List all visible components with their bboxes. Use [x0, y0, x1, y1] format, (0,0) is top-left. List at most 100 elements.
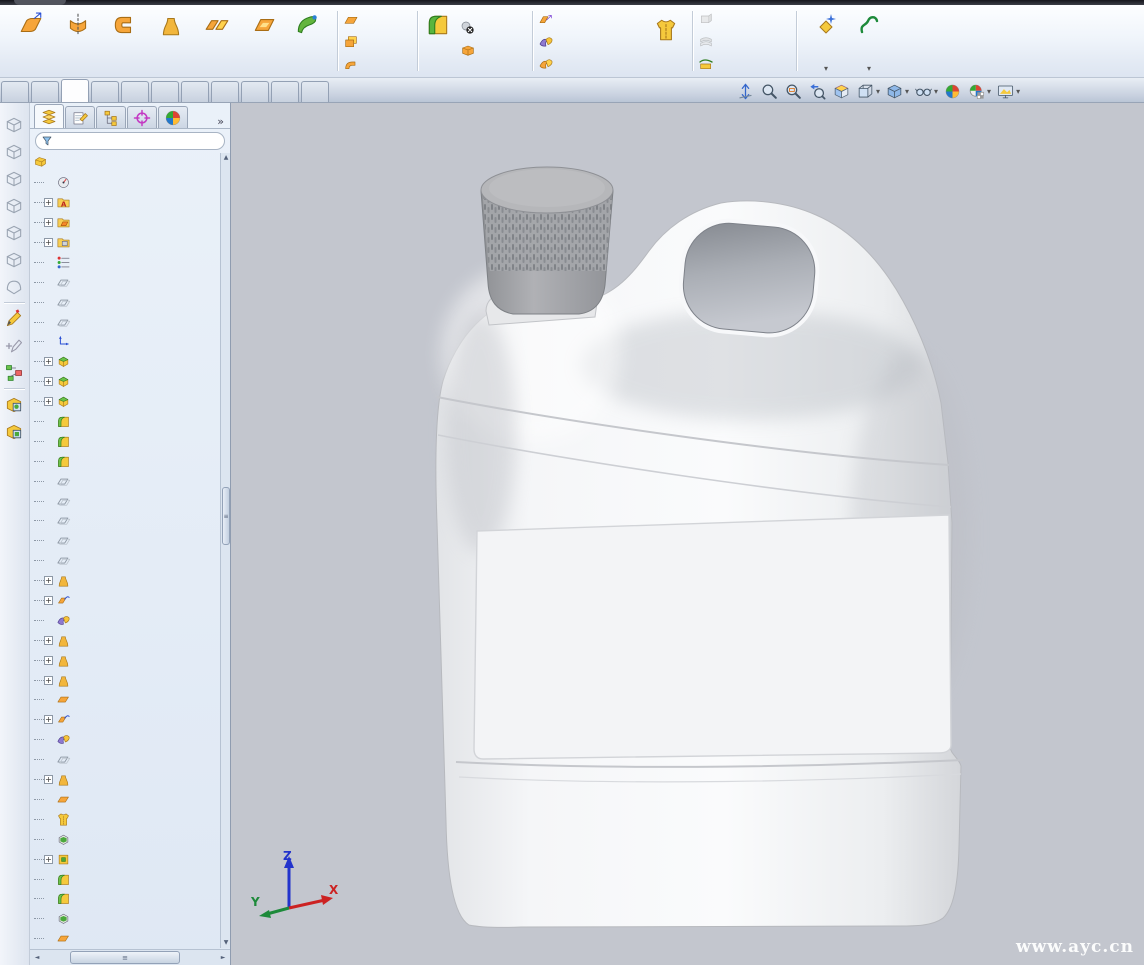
viewbar-view-settings[interactable]: ▾: [996, 82, 1020, 101]
tree-item[interactable]: [30, 511, 222, 531]
ribbon-button-reference-geometry[interactable]: ▾: [800, 8, 852, 74]
dropdown-caret-icon[interactable]: ▾: [876, 89, 880, 95]
tree-filter-input[interactable]: [35, 132, 225, 150]
expand-icon[interactable]: +: [44, 855, 53, 864]
tree-item[interactable]: +: [30, 710, 222, 730]
ribbon-button-boundary-surface[interactable]: [194, 8, 240, 74]
ribbon-item-cut-with-surface[interactable]: [696, 53, 718, 75]
ribbon-button-freeform[interactable]: [287, 8, 327, 74]
tab-特征[interactable]: [1, 81, 29, 102]
expand-icon[interactable]: +: [44, 238, 53, 247]
tab-Flow Simulation[interactable]: [271, 81, 299, 102]
rail-wire-cube-3[interactable]: [0, 192, 28, 219]
tree-item[interactable]: [30, 829, 222, 849]
expand-icon[interactable]: +: [44, 656, 53, 665]
expand-icon[interactable]: +: [44, 198, 53, 207]
tree-item[interactable]: +: [30, 650, 222, 670]
tab-DimXpert[interactable]: [211, 81, 239, 102]
ribbon-item-offset-surface[interactable]: [341, 31, 363, 53]
scroll-left-icon[interactable]: ◄: [31, 952, 43, 964]
ribbon-button-extrude-surface[interactable]: [8, 8, 54, 74]
tree-item[interactable]: [30, 431, 222, 451]
tree-item[interactable]: [30, 412, 222, 432]
tree-item[interactable]: [30, 451, 222, 471]
expand-icon[interactable]: +: [44, 596, 53, 605]
tab-评估[interactable]: [181, 81, 209, 102]
tree-item[interactable]: +A: [30, 193, 222, 213]
tree-item[interactable]: [30, 332, 222, 352]
tree-item[interactable]: [30, 471, 222, 491]
tree-item[interactable]: [30, 730, 222, 750]
tree-item[interactable]: [30, 531, 222, 551]
tree-item[interactable]: [30, 690, 222, 710]
tree-item[interactable]: [30, 272, 222, 292]
rail-sketch-plane-9[interactable]: [0, 332, 28, 359]
panel-tab-configuration-manager[interactable]: [96, 106, 126, 128]
viewbar-view-orientation[interactable]: ▾: [856, 82, 880, 101]
ribbon-item-thicken[interactable]: [696, 9, 718, 31]
tab-办公室产品[interactable]: [241, 81, 269, 102]
tree-item[interactable]: [30, 809, 222, 829]
tab-直接编辑[interactable]: [151, 81, 179, 102]
tree-item[interactable]: +: [30, 233, 222, 253]
ribbon-item-ruled-surface[interactable]: [341, 53, 363, 75]
viewbar-display-style[interactable]: ▾: [885, 82, 909, 101]
rail-relations-10[interactable]: [0, 359, 28, 386]
viewbar-full-screen-arrow[interactable]: [736, 82, 755, 101]
rail-wire-cube-5[interactable]: [0, 246, 28, 273]
rail-sketch-3d-8[interactable]: [0, 305, 28, 332]
tree-horizontal-scrollbar[interactable]: ◄≡►: [30, 949, 230, 965]
expand-icon[interactable]: +: [44, 377, 53, 386]
panel-tabs-more-chevron[interactable]: »: [217, 115, 224, 128]
tree-item[interactable]: +: [30, 770, 222, 790]
ribbon-button-fillet[interactable]: [420, 8, 456, 74]
viewbar-zoom-area[interactable]: [784, 82, 803, 101]
tree-item[interactable]: [30, 790, 222, 810]
tree-item[interactable]: +: [30, 630, 222, 650]
rail-wire-cube-1[interactable]: [0, 138, 28, 165]
tab-曲面[interactable]: [61, 79, 89, 102]
ribbon-button-fill-surface[interactable]: [241, 8, 287, 74]
tree-item[interactable]: +: [30, 849, 222, 869]
expand-icon[interactable]: +: [44, 636, 53, 645]
rail-wire-cube-4[interactable]: [0, 219, 28, 246]
tree-item[interactable]: +: [30, 392, 222, 412]
rail-wire-round-6[interactable]: [0, 273, 28, 300]
expand-icon[interactable]: +: [44, 676, 53, 685]
tab-焊件[interactable]: [121, 81, 149, 102]
viewbar-previous-view[interactable]: [808, 82, 827, 101]
expand-icon[interactable]: +: [44, 397, 53, 406]
panel-tab-display-manager[interactable]: [158, 106, 188, 128]
rail-iso-cube2-13[interactable]: [0, 418, 28, 445]
tab-草图[interactable]: [31, 81, 59, 102]
ribbon-button-loft-surface[interactable]: [148, 8, 194, 74]
tree-item[interactable]: [30, 252, 222, 272]
tree-item[interactable]: +: [30, 571, 222, 591]
dropdown-caret-icon[interactable]: ▾: [867, 66, 871, 72]
ribbon-button-curves[interactable]: ▾: [852, 8, 886, 74]
tree-item[interactable]: [30, 909, 222, 929]
scroll-right-icon[interactable]: ►: [217, 952, 229, 964]
tree-item[interactable]: [30, 929, 222, 948]
dropdown-caret-icon[interactable]: ▾: [824, 66, 828, 72]
tree-item[interactable]: [30, 750, 222, 770]
rail-iso-cube-12[interactable]: [0, 391, 28, 418]
scroll-up-icon[interactable]: ▲: [221, 153, 231, 163]
viewbar-apply-scene[interactable]: ▾: [967, 82, 991, 101]
panel-tab-dimxpert-manager[interactable]: [127, 106, 157, 128]
viewbar-zoom-fit[interactable]: [760, 82, 779, 101]
dropdown-caret-icon[interactable]: ▾: [934, 89, 938, 95]
tree-item[interactable]: [30, 312, 222, 332]
expand-icon[interactable]: +: [44, 775, 53, 784]
ribbon-item-trim-surface[interactable]: [536, 31, 558, 53]
rail-wire-cube-2[interactable]: [0, 165, 28, 192]
viewbar-edit-appearance[interactable]: [943, 82, 962, 101]
ribbon-item-delete-face[interactable]: [458, 17, 480, 39]
dropdown-caret-icon[interactable]: ▾: [987, 89, 991, 95]
panel-tab-feature-manager[interactable]: [34, 104, 64, 128]
tree-item[interactable]: +: [30, 213, 222, 233]
tree-item[interactable]: [30, 610, 222, 630]
vertical-scroll-thumb[interactable]: ≡: [222, 487, 230, 545]
dropdown-caret-icon[interactable]: ▾: [1016, 89, 1020, 95]
tree-item[interactable]: [30, 869, 222, 889]
